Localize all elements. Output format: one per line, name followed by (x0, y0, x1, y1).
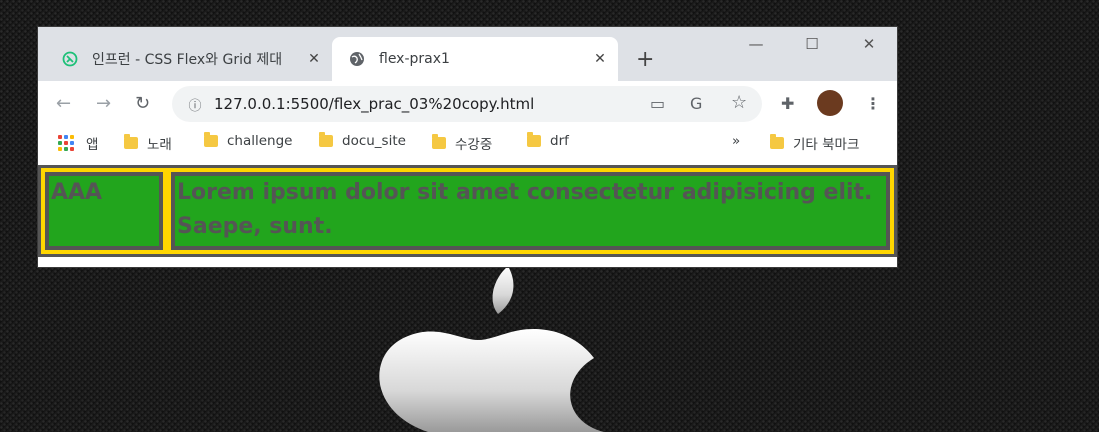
folder-icon (432, 134, 446, 149)
maximize-button[interactable]: ☐ (789, 35, 835, 53)
extensions-icon[interactable]: ✚ (781, 94, 794, 113)
back-icon[interactable]: ← (56, 93, 71, 114)
bookmark-folder[interactable]: drf (527, 132, 569, 149)
page-content: AAA Lorem ipsum dolor sit amet consectet… (38, 163, 897, 267)
bookmark-apps[interactable]: 앱 (58, 133, 98, 153)
toolbar: ← → ↻ ⓘ 127.0.0.1:5500/flex_prac_03%20co… (38, 81, 897, 127)
folder-icon (770, 134, 784, 149)
tab-title: 인프런 - CSS Flex와 Grid 제대 (92, 52, 283, 68)
browser-window: 인프런 - CSS Flex와 Grid 제대 ✕ flex-prax1 ✕ +… (38, 27, 897, 267)
flex-container: AAA Lorem ipsum dolor sit amet consectet… (38, 165, 897, 257)
bookmark-label: challenge (227, 133, 293, 149)
avatar[interactable] (817, 90, 843, 116)
bookmark-label: 노래 (147, 137, 172, 153)
flex-item-2: Lorem ipsum dolor sit amet consectetur a… (171, 172, 890, 250)
tab-inflearn[interactable]: 인프런 - CSS Flex와 Grid 제대 ✕ (38, 37, 332, 81)
apple-logo (379, 266, 604, 432)
reload-icon[interactable]: ↻ (135, 93, 150, 114)
address-bar[interactable]: ⓘ 127.0.0.1:5500/flex_prac_03%20copy.htm… (172, 86, 762, 122)
bookmark-label: 수강중 (455, 137, 493, 153)
folder-icon (124, 134, 138, 149)
folder-icon (527, 132, 541, 147)
tab-close-icon[interactable]: ✕ (588, 51, 612, 67)
url-text: 127.0.0.1:5500/flex_prac_03%20copy.html (214, 95, 535, 113)
apps-icon (58, 135, 74, 151)
cast-icon[interactable]: ▭ (650, 94, 665, 113)
bookmark-folder[interactable]: challenge (204, 132, 293, 149)
tab-flex-prax1[interactable]: flex-prax1 ✕ (332, 37, 618, 81)
folder-icon (319, 132, 333, 147)
tab-close-icon[interactable]: ✕ (302, 51, 326, 67)
minimize-button[interactable]: — (733, 35, 779, 53)
info-icon[interactable]: ⓘ (186, 95, 204, 114)
bookmark-label: docu_site (342, 133, 406, 149)
bookmark-folder[interactable]: docu_site (319, 132, 406, 149)
bookmark-label: drf (550, 133, 569, 149)
bookmark-label: 앱 (86, 137, 99, 153)
folder-icon (204, 132, 218, 147)
close-window-button[interactable]: ✕ (846, 35, 892, 53)
bookmark-star-icon[interactable]: ☆ (731, 92, 747, 113)
other-bookmarks[interactable]: 기타 북마크 (770, 133, 859, 153)
globe-icon (350, 52, 364, 66)
more-bookmarks-button[interactable]: » (732, 133, 740, 149)
bookmark-folder[interactable]: 노래 (124, 133, 172, 153)
inflearn-favicon-icon (62, 51, 78, 67)
bookmark-folder[interactable]: 수강중 (432, 133, 492, 153)
bookmarks-bar: 앱 노래 challenge docu_site 수강중 drf » 기타 북마… (38, 127, 897, 159)
bookmark-label: 기타 북마크 (793, 137, 860, 153)
menu-icon[interactable]: ⋮ (865, 94, 881, 113)
forward-icon[interactable]: → (96, 93, 111, 114)
new-tab-button[interactable]: + (636, 47, 654, 72)
tab-title: flex-prax1 (379, 51, 450, 67)
tab-strip: 인프런 - CSS Flex와 Grid 제대 ✕ flex-prax1 ✕ +… (38, 27, 897, 81)
translate-icon[interactable]: G (690, 94, 702, 113)
flex-item-1: AAA (45, 172, 163, 250)
